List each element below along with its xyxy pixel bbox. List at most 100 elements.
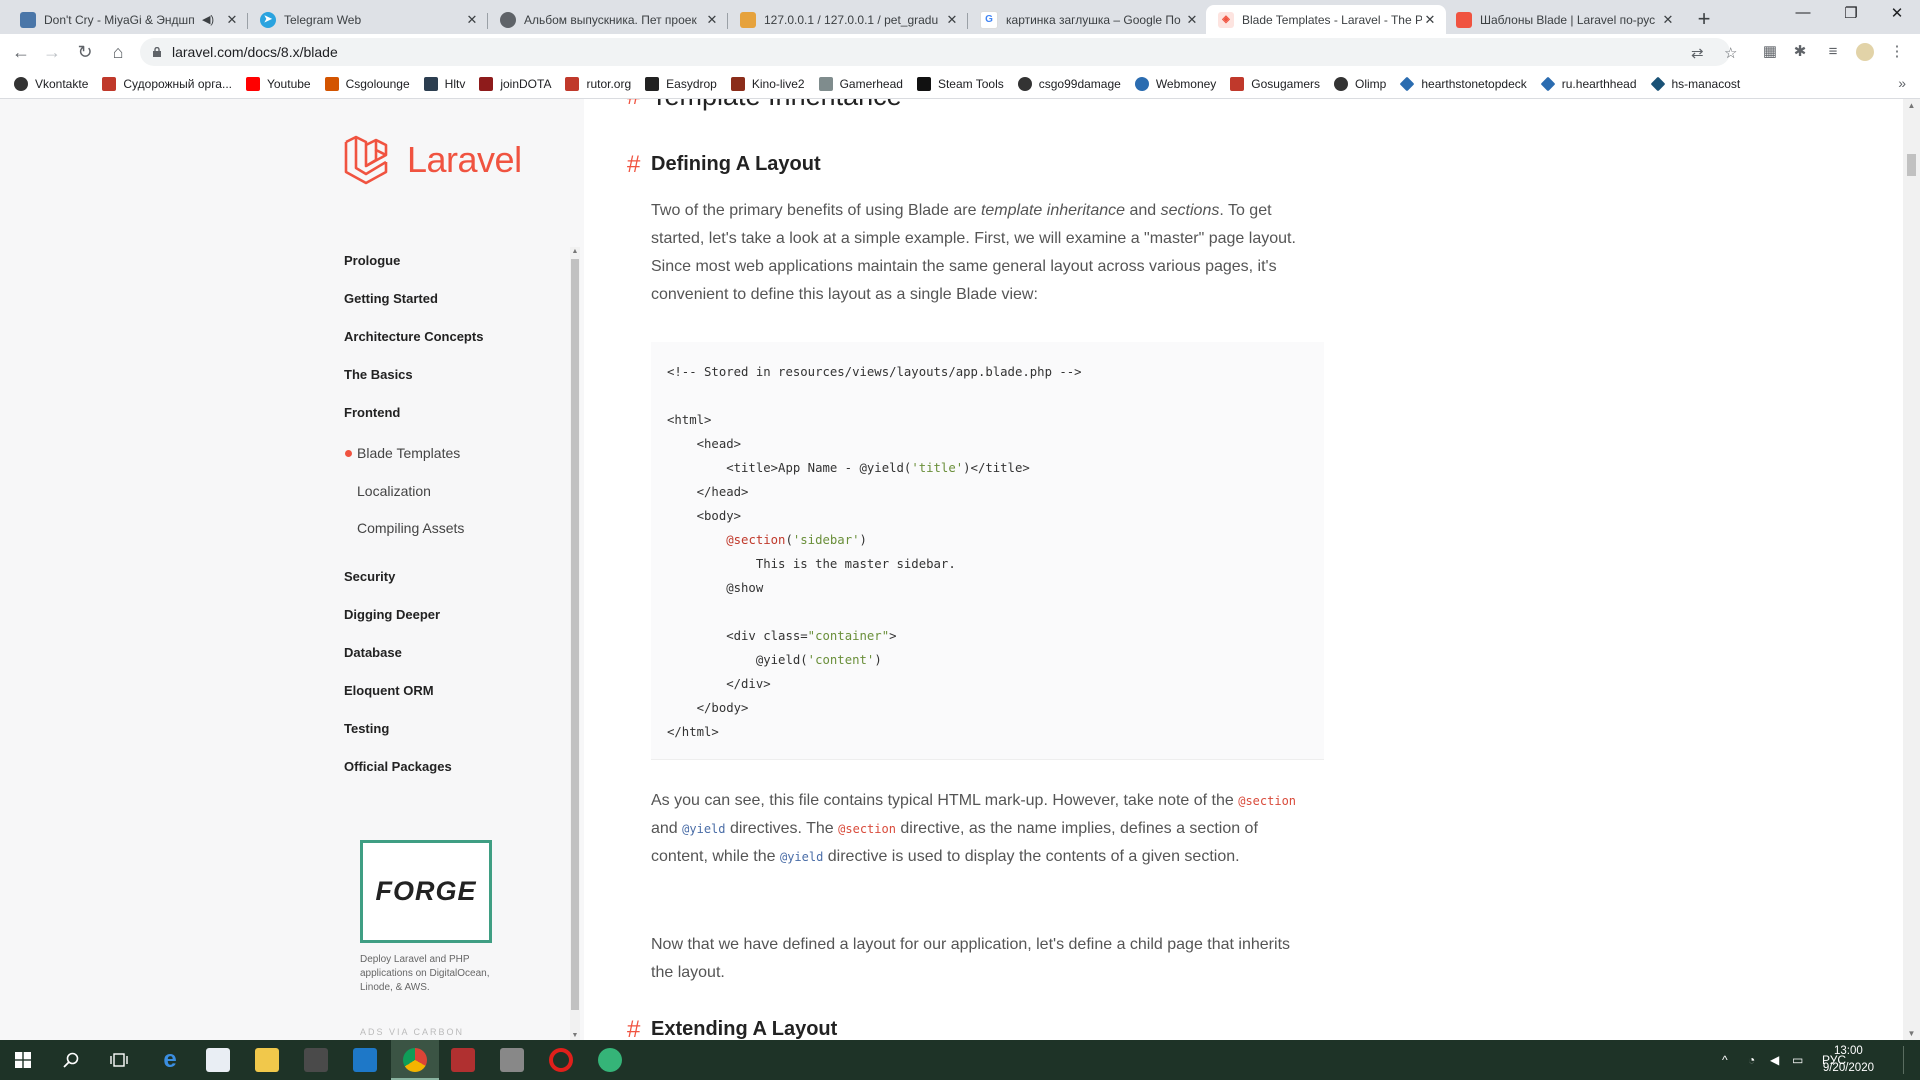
close-tab-icon[interactable]: ✕: [1184, 12, 1200, 28]
bookmark-ru-hearthhead[interactable]: ru.hearthhead: [1540, 76, 1637, 92]
close-tab-icon[interactable]: ✕: [224, 12, 240, 28]
app-icon[interactable]: [353, 1048, 377, 1072]
home-button[interactable]: ⌂: [106, 41, 130, 63]
anchor-hash-link[interactable]: #: [627, 151, 640, 179]
profile-avatar-icon[interactable]: [1856, 43, 1874, 61]
bookmark-rutor[interactable]: rutor.org: [565, 77, 631, 91]
bookmark-csgolounge[interactable]: Csgolounge: [324, 77, 410, 91]
close-window-button[interactable]: ✕: [1874, 4, 1920, 22]
extension-off-icon[interactable]: ▦: [1761, 43, 1779, 61]
nav-item-localization[interactable]: Localization: [357, 483, 431, 499]
tab-google[interactable]: G картинка заглушка – Google По ✕: [968, 5, 1208, 34]
sidebar-scrollbar[interactable]: ▲ ▼: [570, 247, 580, 1040]
nav-item-blade-templates[interactable]: Blade Templates: [344, 445, 460, 461]
nav-section-digging-deeper[interactable]: Digging Deeper: [344, 607, 440, 622]
maximize-button[interactable]: ❐: [1828, 4, 1874, 22]
nav-section-frontend[interactable]: Frontend: [344, 405, 400, 420]
bookmark-sudorozhny[interactable]: Судорожный орга...: [102, 77, 232, 91]
nav-section-database[interactable]: Database: [344, 645, 402, 660]
nav-section-prologue[interactable]: Prologue: [344, 253, 400, 268]
store-icon[interactable]: [206, 1048, 230, 1072]
bookmark-vkontakte[interactable]: Vkontakte: [14, 77, 88, 91]
tab-blade-templates[interactable]: ◈ Blade Templates - Laravel - The P ✕: [1206, 5, 1446, 34]
close-tab-icon[interactable]: ✕: [1422, 12, 1438, 28]
bookmark-gosugamers[interactable]: Gosugamers: [1230, 77, 1320, 91]
app-icon[interactable]: [500, 1048, 524, 1072]
close-tab-icon[interactable]: ✕: [464, 12, 480, 28]
nav-section-official-packages[interactable]: Official Packages: [344, 759, 452, 774]
bookmark-webmoney[interactable]: Webmoney: [1134, 77, 1216, 91]
task-view-icon[interactable]: [110, 1052, 128, 1068]
menu-kebab-icon[interactable]: ⋮: [1888, 43, 1906, 61]
nav-section-eloquent-orm[interactable]: Eloquent ORM: [344, 683, 434, 698]
nav-item-compiling-assets[interactable]: Compiling Assets: [357, 520, 464, 536]
search-icon[interactable]: [63, 1052, 79, 1068]
bookmark-joindota[interactable]: joinDOTA: [479, 77, 551, 91]
nav-section-architecture-concepts[interactable]: Architecture Concepts: [344, 329, 483, 344]
opera-icon[interactable]: [549, 1048, 573, 1072]
scroll-down-arrow-icon[interactable]: ▼: [571, 1032, 579, 1039]
close-tab-icon[interactable]: ✕: [1660, 12, 1676, 28]
anchor-hash-link[interactable]: #: [627, 99, 640, 111]
anchor-hash-link[interactable]: #: [627, 1016, 640, 1040]
scroll-down-arrow-icon[interactable]: ▼: [1903, 1029, 1920, 1038]
media-control-icon[interactable]: ≡: [1824, 43, 1842, 61]
reload-button[interactable]: ↻: [73, 41, 97, 63]
bookmarks-overflow-button[interactable]: »: [1898, 75, 1906, 91]
nav-section-getting-started[interactable]: Getting Started: [344, 291, 438, 306]
laravel-logo[interactable]: Laravel: [343, 134, 522, 186]
minimize-button[interactable]: —: [1780, 4, 1826, 21]
tab-album[interactable]: Альбом выпускника. Пет проек ✕: [488, 5, 728, 34]
tab-blade-ru[interactable]: Шаблоны Blade | Laravel по-рус ✕: [1444, 5, 1684, 34]
network-icon[interactable]: ◔: [1748, 1040, 1755, 1080]
close-tab-icon[interactable]: ✕: [704, 12, 720, 28]
file-explorer-icon[interactable]: [255, 1048, 279, 1072]
nav-section-the-basics[interactable]: The Basics: [344, 367, 413, 382]
sidebar-scroll-thumb[interactable]: [571, 259, 579, 1010]
volume-icon[interactable]: ◀: [1770, 1040, 1779, 1080]
tray-chevron-icon[interactable]: ^: [1722, 1040, 1728, 1080]
address-bar[interactable]: laravel.com/docs/8.x/blade ⇄ ☆: [140, 38, 1737, 66]
scroll-up-arrow-icon[interactable]: ▲: [571, 248, 579, 255]
nav-section-testing[interactable]: Testing: [344, 721, 389, 736]
app-icon[interactable]: [598, 1048, 622, 1072]
forge-ad-image[interactable]: FORGE: [360, 840, 492, 943]
bookmark-hearthstonetopdeck[interactable]: hearthstonetopdeck: [1399, 76, 1527, 92]
bookmark-hltv[interactable]: Hltv: [423, 77, 465, 91]
bookmark-kino-live2[interactable]: Kino-live2: [730, 77, 805, 91]
notification-icon[interactable]: ▭: [1792, 1040, 1803, 1080]
bookmark-steam-tools[interactable]: Steam Tools: [916, 77, 1004, 91]
scroll-up-arrow-icon[interactable]: ▲: [1903, 101, 1920, 110]
game-icon[interactable]: [451, 1048, 475, 1072]
new-tab-button[interactable]: +: [1692, 6, 1716, 32]
tab-telegram[interactable]: ➤ Telegram Web ✕: [248, 5, 488, 34]
speaker-icon[interactable]: ◀): [200, 13, 216, 26]
url-text[interactable]: laravel.com/docs/8.x/blade: [172, 44, 338, 60]
tab-phpmyadmin[interactable]: 127.0.0.1 / 127.0.0.1 / pet_gradu ✕: [728, 5, 968, 34]
bookmark-csgo99damage[interactable]: csgo99damage: [1017, 77, 1121, 91]
ads-via-carbon-link[interactable]: ADS VIA CARBON: [360, 1027, 464, 1037]
back-button[interactable]: ←: [9, 41, 33, 63]
app-icon[interactable]: [304, 1048, 328, 1072]
tab-music[interactable]: Don't Cry - MiyaGi & Эндшп ◀) ✕: [8, 5, 248, 34]
translate-icon[interactable]: ⇄: [1691, 44, 1704, 62]
chrome-icon[interactable]: [403, 1048, 427, 1072]
bookmark-olimp[interactable]: Olimp: [1334, 77, 1386, 91]
show-desktop-button[interactable]: [1903, 1046, 1914, 1074]
bookmark-youtube[interactable]: Youtube: [245, 77, 311, 91]
ad-description[interactable]: Deploy Laravel and PHP applications on D…: [360, 953, 495, 995]
page-scroll-thumb[interactable]: [1907, 154, 1916, 176]
tab-strip: Don't Cry - MiyaGi & Эндшп ◀) ✕ ➤ Telegr…: [0, 0, 1920, 34]
edge-icon[interactable]: e: [158, 1048, 182, 1072]
bookmark-star-icon[interactable]: ☆: [1724, 44, 1737, 62]
forward-button[interactable]: →: [40, 41, 64, 63]
bookmark-gamerhead[interactable]: Gamerhead: [818, 77, 903, 91]
bookmark-easydrop[interactable]: Easydrop: [645, 77, 717, 91]
close-tab-icon[interactable]: ✕: [944, 12, 960, 28]
windows-start-icon[interactable]: [15, 1052, 31, 1068]
system-clock[interactable]: 13:00 9/20/2020: [1823, 1043, 1874, 1077]
bookmark-hs-manacost[interactable]: hs-manacost: [1650, 76, 1740, 92]
page-scrollbar[interactable]: ▲ ▼: [1903, 99, 1920, 1040]
extensions-puzzle-icon[interactable]: ✱: [1791, 43, 1809, 61]
nav-section-security[interactable]: Security: [344, 569, 395, 584]
